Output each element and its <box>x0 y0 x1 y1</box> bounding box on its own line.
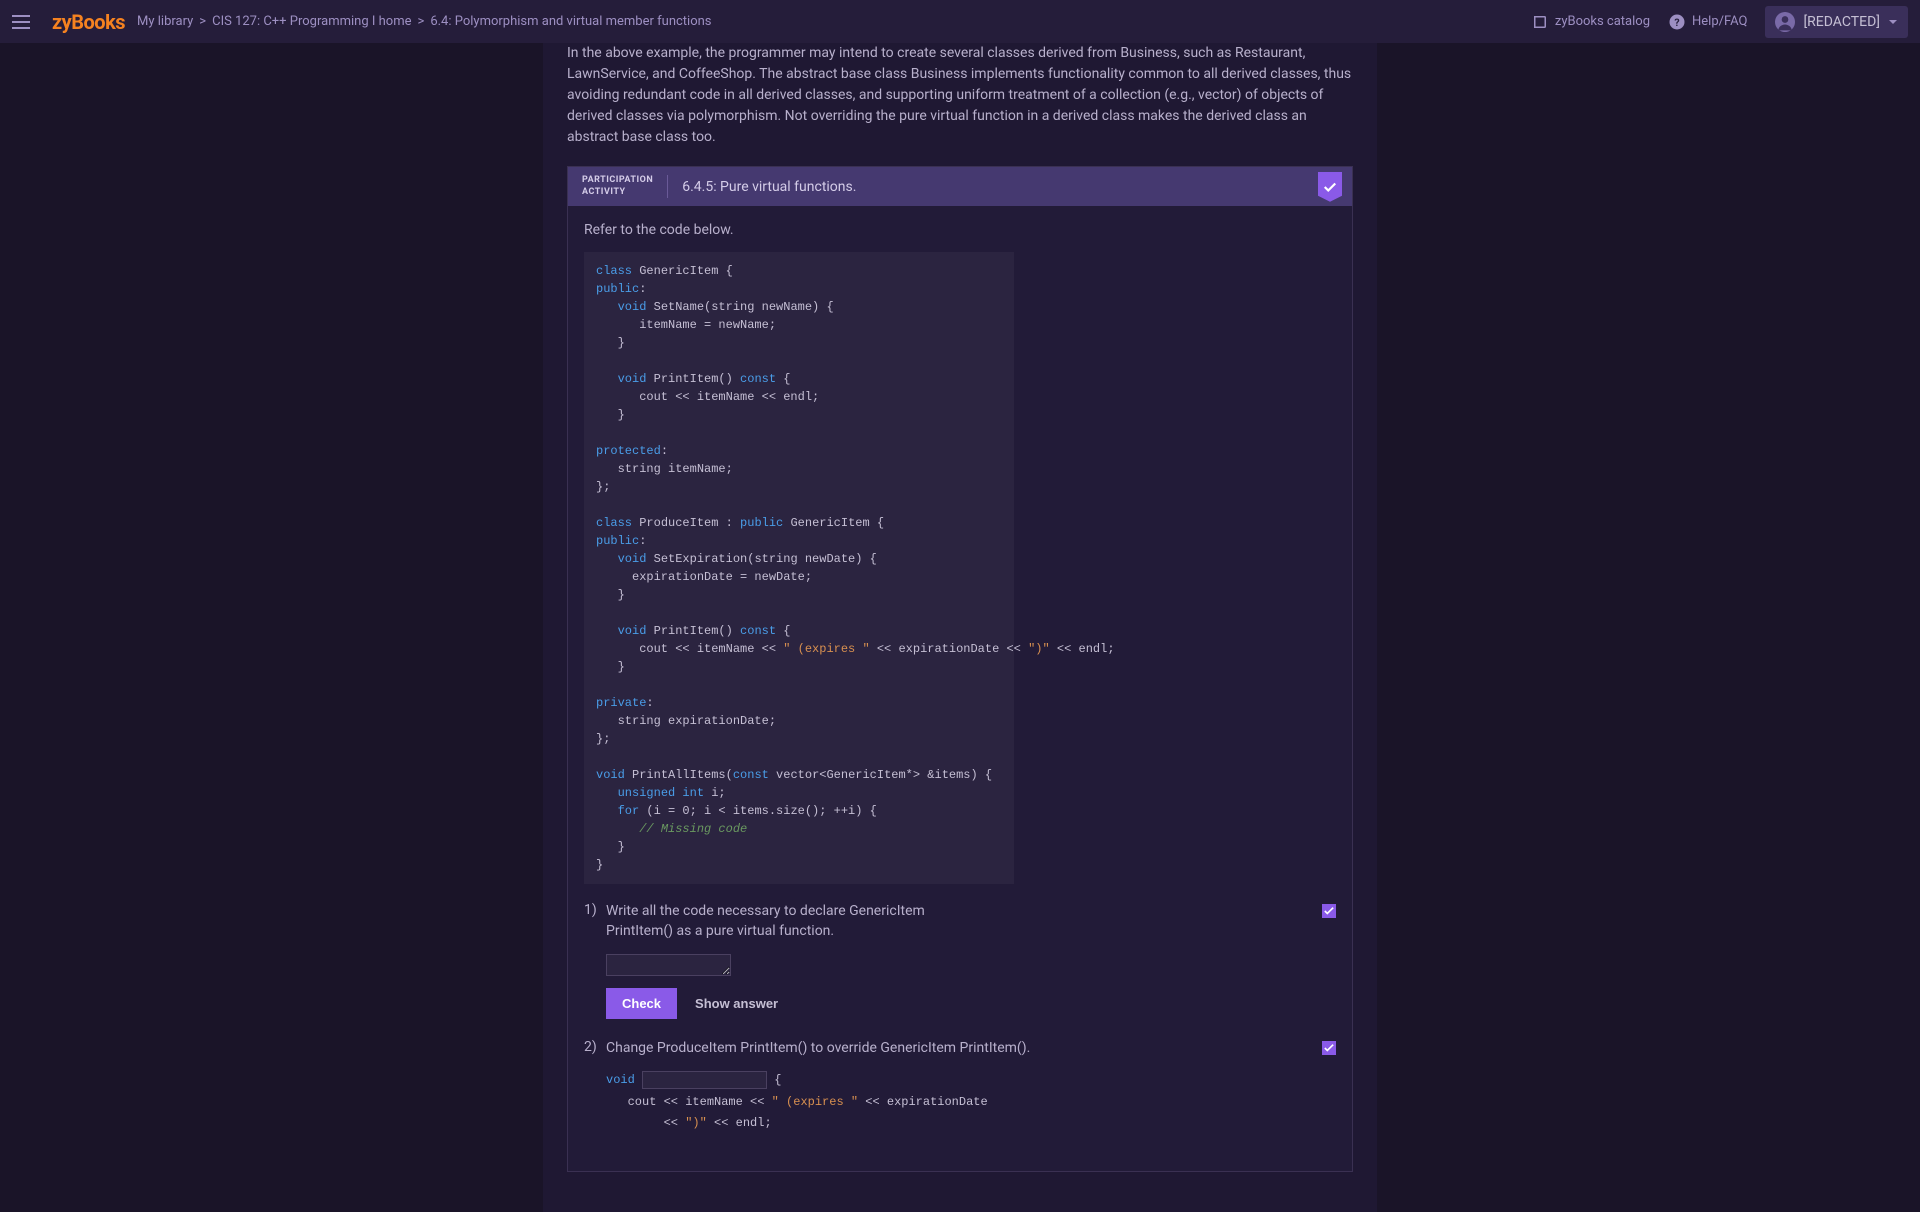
content-wrap: In the above example, the programmer may… <box>0 43 1920 1212</box>
help-label: Help/FAQ <box>1692 14 1747 29</box>
help-icon: ? <box>1668 13 1686 31</box>
topbar-right: zyBooks catalog ? Help/FAQ [REDACTED] <box>1531 6 1908 38</box>
breadcrumb-course[interactable]: CIS 127: C++ Programming I home <box>212 14 411 29</box>
code-block: class GenericItem { public: void SetName… <box>584 252 1014 884</box>
activity-title: 6.4.5: Pure virtual functions. <box>682 179 856 195</box>
breadcrumb-separator: > <box>199 14 206 29</box>
refer-text: Refer to the code below. <box>584 222 1336 238</box>
question-text: Change ProduceItem PrintItem() to overri… <box>606 1039 1306 1059</box>
question-body: Change ProduceItem PrintItem() to overri… <box>606 1039 1336 1135</box>
intro-paragraph: In the above example, the programmer may… <box>567 43 1353 166</box>
breadcrumb-separator: > <box>418 14 425 29</box>
breadcrumb: My library > CIS 127: C++ Programming I … <box>137 14 1531 29</box>
check-icon <box>1324 1043 1334 1053</box>
chevron-down-icon <box>1888 17 1898 27</box>
help-link[interactable]: ? Help/FAQ <box>1668 13 1747 31</box>
question-2: 2) Change ProduceItem PrintItem() to ove… <box>584 1039 1336 1135</box>
user-menu[interactable]: [REDACTED] <box>1765 6 1908 38</box>
button-row: Check Show answer <box>606 988 1306 1019</box>
menu-icon[interactable] <box>12 10 36 34</box>
user-name: [REDACTED] <box>1803 14 1880 30</box>
show-answer-button[interactable]: Show answer <box>695 996 778 1011</box>
activity-header: PARTICIPATIONACTIVITY 6.4.5: Pure virtua… <box>568 167 1352 206</box>
activity-type-label: PARTICIPATIONACTIVITY <box>582 175 668 198</box>
participation-activity: PARTICIPATIONACTIVITY 6.4.5: Pure virtua… <box>567 166 1353 1172</box>
check-icon <box>1324 906 1334 916</box>
answer-input-1[interactable] <box>606 954 731 976</box>
main-content: In the above example, the programmer may… <box>543 43 1377 1212</box>
scrollbar[interactable] <box>1906 0 1920 1080</box>
catalog-label: zyBooks catalog <box>1555 14 1650 29</box>
svg-text:?: ? <box>1674 15 1679 28</box>
catalog-link[interactable]: zyBooks catalog <box>1531 13 1650 31</box>
book-icon <box>1531 13 1549 31</box>
activity-body: Refer to the code below. class GenericIt… <box>568 206 1352 1171</box>
question-number: 2) <box>584 1039 598 1135</box>
check-button[interactable]: Check <box>606 988 677 1019</box>
check-icon <box>1323 180 1337 194</box>
breadcrumb-section[interactable]: 6.4: Polymorphism and virtual member fun… <box>430 14 711 29</box>
question-body: Write all the code necessary to declare … <box>606 902 1336 1018</box>
breadcrumb-library[interactable]: My library <box>137 14 193 29</box>
activity-complete-badge <box>1318 172 1342 202</box>
question-1: 1) Write all the code necessary to decla… <box>584 902 1336 1018</box>
question-complete-badge <box>1322 1041 1336 1055</box>
logo[interactable]: zyBooks <box>52 10 125 34</box>
topbar: zyBooks My library > CIS 127: C++ Progra… <box>0 0 1920 43</box>
question-number: 1) <box>584 902 598 1018</box>
question-text: Write all the code necessary to declare … <box>606 902 986 941</box>
question-complete-badge <box>1322 904 1336 918</box>
avatar-icon <box>1775 12 1795 32</box>
